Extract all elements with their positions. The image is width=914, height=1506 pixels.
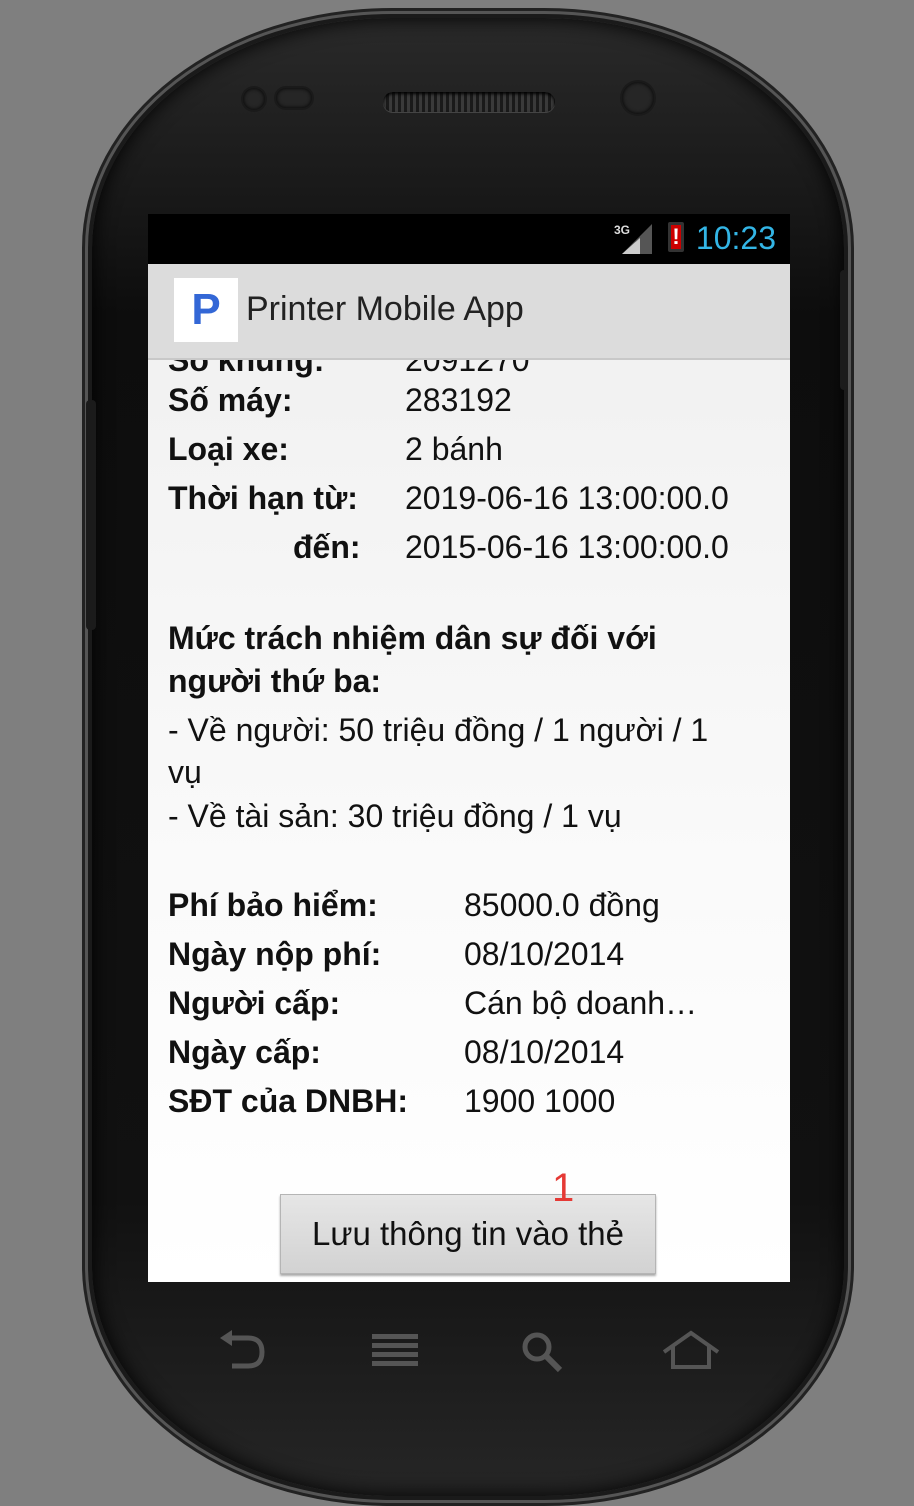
engine-number-label: Số máy: [168, 382, 293, 418]
battery-icon: ! [668, 222, 684, 252]
volume-button [86, 400, 96, 630]
liability-heading-line2: người thứ ba: [168, 663, 382, 699]
search-icon[interactable] [520, 1330, 564, 1374]
premium-label: Phí bảo hiểm: [168, 887, 378, 923]
insurer-phone-value: 1900 1000 [464, 1083, 616, 1119]
home-icon[interactable] [662, 1330, 720, 1370]
network-type: 3G [614, 223, 630, 237]
power-button [840, 270, 848, 390]
issuer-label: Người cấp: [168, 985, 341, 1021]
save-button-badge: 1 [552, 1166, 575, 1210]
valid-from-value: 2019-06-16 13:00:00.0 [405, 480, 729, 516]
liability-property: - Về tài sản: 30 triệu đồng / 1 vụ [168, 798, 622, 834]
app-screen: P Printer Mobile App Số khung: 2091270 S… [148, 264, 790, 1282]
front-camera [622, 82, 654, 114]
valid-to-value: 2015-06-16 13:00:00.0 [405, 529, 729, 565]
app-title: Printer Mobile App [246, 290, 524, 328]
back-icon[interactable] [218, 1330, 266, 1370]
vehicle-type-value: 2 bánh [405, 431, 503, 467]
engine-number-value: 283192 [405, 382, 512, 418]
liability-people-line1: - Về người: 50 triệu đồng / 1 người / 1 [168, 712, 709, 748]
earpiece-speaker [383, 92, 555, 112]
signal-icon: 3G [614, 223, 652, 254]
status-clock: 10:23 [695, 220, 776, 256]
payment-date-label: Ngày nộp phí: [168, 936, 382, 972]
issuer-value: Cán bộ doanh… [464, 985, 698, 1021]
menu-icon[interactable] [370, 1330, 420, 1370]
premium-value: 85000.0 đồng [464, 887, 660, 923]
issue-date-label: Ngày cấp: [168, 1034, 321, 1070]
valid-to-label: đến: [293, 529, 361, 565]
app-logo-icon[interactable]: P [174, 278, 238, 342]
proximity-sensor [276, 88, 312, 108]
issue-date-value: 08/10/2014 [464, 1034, 625, 1070]
payment-date-value: 08/10/2014 [464, 936, 625, 972]
status-bar: 3G ! 10:23 [148, 214, 790, 264]
liability-heading-line1: Mức trách nhiệm dân sự đối với [168, 620, 657, 656]
vehicle-type-label: Loại xe: [168, 431, 289, 467]
action-bar: P Printer Mobile App [148, 264, 790, 360]
insurer-phone-label: SĐT của DNBH: [168, 1083, 409, 1119]
save-to-card-button[interactable]: Lưu thông tin vào thẻ [280, 1194, 656, 1274]
sensor-dot [243, 88, 265, 110]
valid-from-label: Thời hạn từ: [168, 480, 358, 516]
liability-people-line2: vụ [168, 754, 202, 790]
